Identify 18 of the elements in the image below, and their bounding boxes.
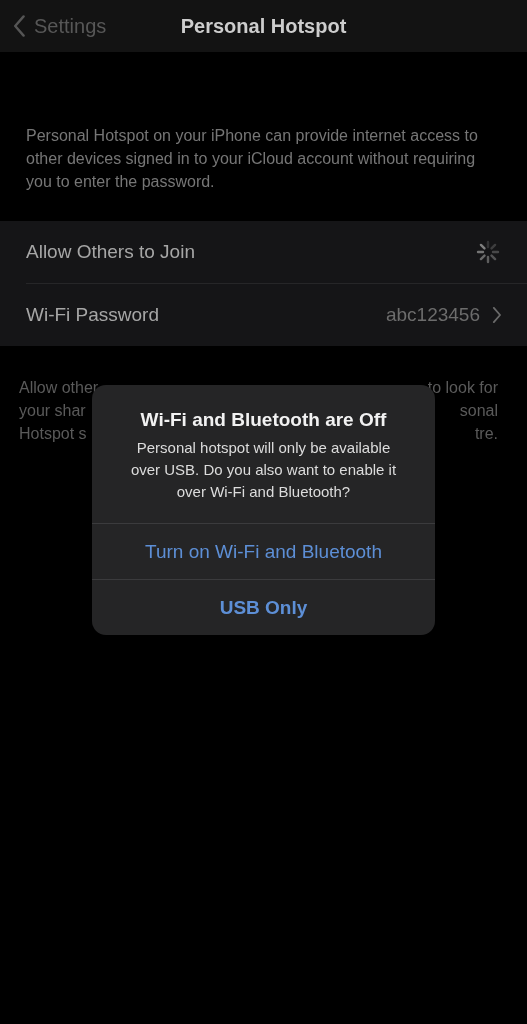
- spinner-icon: [475, 239, 501, 265]
- page-title: Personal Hotspot: [180, 15, 347, 38]
- alert-message: Personal hotspot will only be available over USB. Do you also want to enable it over Wi-Fi and Bluetooth?: [129, 438, 398, 502]
- footer-text: Hotspot s: [19, 424, 87, 443]
- description-text: Personal Hotspot on your iPhone can provide internet access to other devices signed in to your iCloud account without requiring you to enter the password.: [26, 126, 479, 192]
- alert-action[interactable]: Turn on Wi-Fi and Bluetooth: [92, 523, 435, 579]
- footer-text: your shar: [19, 401, 86, 420]
- back-link[interactable]: Settings: [0, 14, 107, 38]
- chevron-icon: [492, 307, 501, 323]
- setting-label[interactable]: Allow Others to Join: [26, 241, 195, 263]
- password-value: abc123456: [385, 304, 480, 326]
- footer-text: tre.: [474, 424, 498, 443]
- setting-label[interactable]: Wi-Fi Password: [26, 304, 159, 326]
- alert-title: Wi-Fi and Bluetooth are Off: [140, 409, 387, 431]
- footer-text: Allow other: [19, 378, 99, 397]
- footer-text: sonal: [459, 401, 498, 420]
- back-icon: [14, 15, 26, 37]
- alert-action[interactable]: USB Only: [92, 579, 435, 635]
